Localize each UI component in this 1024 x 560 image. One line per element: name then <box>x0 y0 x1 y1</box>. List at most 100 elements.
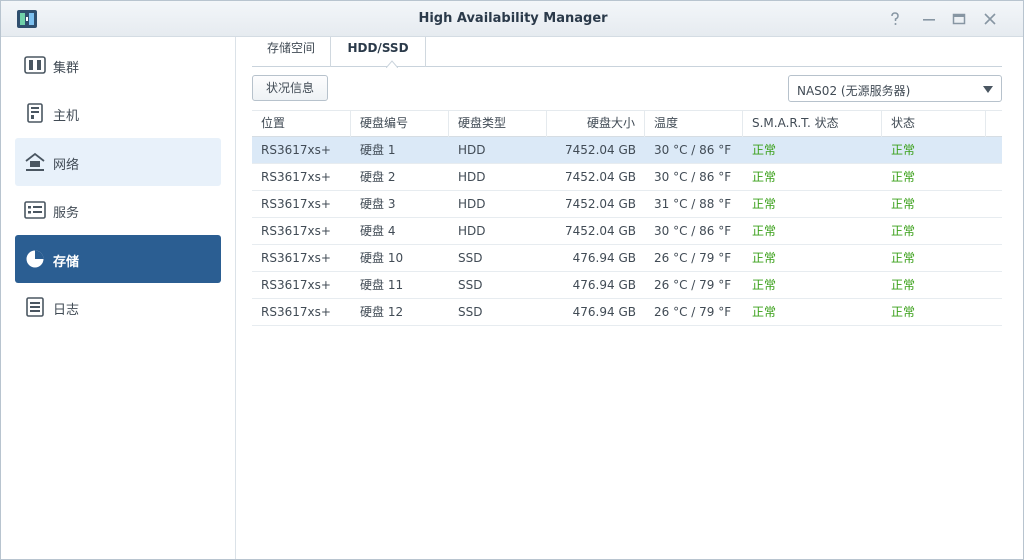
cell-smart-status: 正常 <box>752 305 777 319</box>
cell-location: RS3617xs+ <box>261 305 331 319</box>
cell-type: SSD <box>458 251 483 265</box>
cell-status: 正常 <box>891 170 916 184</box>
network-icon <box>25 152 45 171</box>
cell-disk: 硬盘 12 <box>360 305 404 319</box>
status-info-button[interactable]: 状况信息 <box>252 75 328 101</box>
sidebar-item-label: 网络 <box>53 158 80 173</box>
cell-status: 正常 <box>891 224 916 238</box>
help-icon[interactable] <box>886 10 904 28</box>
server-select[interactable]: NAS02 (无源服务器) <box>788 75 1002 102</box>
cell-type: SSD <box>458 278 483 292</box>
table-row[interactable]: RS3617xs+ 硬盘 4 HDD 7452.04 GB 30 °C / 86 °F 正… <box>252 218 1002 245</box>
cell-type: HDD <box>458 170 486 184</box>
cell-size: 476.94 GB <box>572 278 636 292</box>
cell-size: 476.94 GB <box>572 305 636 319</box>
cell-status: 正常 <box>891 278 916 292</box>
table-row[interactable]: RS3617xs+ 硬盘 2 HDD 7452.04 GB 30 °C / 86 °F 正… <box>252 164 1002 191</box>
sidebar-item-label: 存储 <box>53 255 80 270</box>
app-window: High Availability Manager 集群 主机 网络 服务 存储… <box>0 0 1024 560</box>
sidebar-item-network[interactable]: 网络 <box>15 138 221 186</box>
log-icon <box>26 297 44 317</box>
server-select-value: NAS02 (无源服务器) <box>797 84 911 98</box>
cell-smart-status: 正常 <box>752 197 777 211</box>
column-header-size[interactable]: 硬盘大小 <box>547 111 645 137</box>
sidebar-item-host[interactable]: 主机 <box>15 89 221 137</box>
cell-disk: 硬盘 11 <box>360 278 404 292</box>
cell-location: RS3617xs+ <box>261 170 331 184</box>
sidebar-item-label: 日志 <box>53 303 80 318</box>
cell-location: RS3617xs+ <box>261 278 331 292</box>
table-row[interactable]: RS3617xs+ 硬盘 11 SSD 476.94 GB 26 °C / 79 °F 正… <box>252 272 1002 299</box>
minimize-icon[interactable] <box>920 10 938 28</box>
cell-disk: 硬盘 2 <box>360 170 396 184</box>
cell-temperature: 30 °C / 86 °F <box>654 143 732 157</box>
column-header-temperature[interactable]: 温度 <box>645 111 743 137</box>
cell-smart-status: 正常 <box>752 170 777 184</box>
cell-status: 正常 <box>891 143 916 157</box>
main-panel: 存储空间 HDD/SSD 状况信息 NAS02 (无源服务器) 位置 硬盘编号 … <box>237 37 1023 559</box>
sidebar-item-storage[interactable]: 存储 <box>15 235 221 283</box>
tab-bar: 存储空间 HDD/SSD <box>252 37 1002 68</box>
table-row[interactable]: RS3617xs+ 硬盘 12 SSD 476.94 GB 26 °C / 79 °F 正… <box>252 299 1002 326</box>
cell-type: SSD <box>458 305 483 319</box>
tab-storage-space[interactable]: 存储空间 <box>252 37 331 67</box>
cell-temperature: 30 °C / 86 °F <box>654 170 732 184</box>
active-tab-pointer <box>386 60 398 68</box>
table-row[interactable]: RS3617xs+ 硬盘 3 HDD 7452.04 GB 31 °C / 88 °F 正… <box>252 191 1002 218</box>
cell-size: 476.94 GB <box>572 251 636 265</box>
storage-icon <box>26 250 44 268</box>
tab-hdd-ssd[interactable]: HDD/SSD <box>331 37 426 67</box>
sidebar-item-label: 服务 <box>53 206 80 221</box>
cell-disk: 硬盘 3 <box>360 197 396 211</box>
cell-temperature: 30 °C / 86 °F <box>654 224 732 238</box>
cell-status: 正常 <box>891 305 916 319</box>
table-row[interactable]: RS3617xs+ 硬盘 1 HDD 7452.04 GB 30 °C / 86 °F 正… <box>252 137 1002 164</box>
cell-size: 7452.04 GB <box>565 224 636 238</box>
cell-type: HDD <box>458 224 486 238</box>
cell-disk: 硬盘 10 <box>360 251 404 265</box>
column-header-status[interactable]: 状态 <box>882 111 986 137</box>
sidebar-item-label: 集群 <box>53 61 80 76</box>
chevron-down-icon <box>983 86 993 93</box>
sidebar-item-log[interactable]: 日志 <box>15 283 221 331</box>
cell-location: RS3617xs+ <box>261 143 331 157</box>
cell-temperature: 31 °C / 88 °F <box>654 197 732 211</box>
cell-size: 7452.04 GB <box>565 143 636 157</box>
table-row[interactable]: RS3617xs+ 硬盘 10 SSD 476.94 GB 26 °C / 79 °F 正… <box>252 245 1002 272</box>
column-header-location[interactable]: 位置 <box>252 111 351 137</box>
cell-size: 7452.04 GB <box>565 170 636 184</box>
cell-location: RS3617xs+ <box>261 197 331 211</box>
cell-smart-status: 正常 <box>752 143 777 157</box>
title-bar[interactable]: High Availability Manager <box>1 1 1023 37</box>
disk-table: 位置 硬盘编号 硬盘类型 硬盘大小 温度 S.M.A.R.T. 状态 状态 RS… <box>252 110 1002 326</box>
sidebar-item-cluster[interactable]: 集群 <box>15 41 221 89</box>
cell-disk: 硬盘 1 <box>360 143 396 157</box>
cell-temperature: 26 °C / 79 °F <box>654 251 732 265</box>
close-icon[interactable] <box>981 10 999 28</box>
sidebar-item-label: 主机 <box>53 109 80 124</box>
cell-smart-status: 正常 <box>752 278 777 292</box>
cell-smart-status: 正常 <box>752 224 777 238</box>
column-header-smart[interactable]: S.M.A.R.T. 状态 <box>743 111 882 137</box>
table-header: 位置 硬盘编号 硬盘类型 硬盘大小 温度 S.M.A.R.T. 状态 状态 <box>252 110 1002 137</box>
sidebar: 集群 主机 网络 服务 存储 日志 <box>1 37 236 559</box>
cell-type: HDD <box>458 143 486 157</box>
cell-type: HDD <box>458 197 486 211</box>
cell-status: 正常 <box>891 197 916 211</box>
cell-temperature: 26 °C / 79 °F <box>654 278 732 292</box>
table-body: RS3617xs+ 硬盘 1 HDD 7452.04 GB 30 °C / 86 °F 正… <box>252 137 1002 326</box>
maximize-icon[interactable] <box>950 10 968 28</box>
sidebar-item-service[interactable]: 服务 <box>15 186 221 234</box>
host-icon <box>27 103 43 123</box>
cluster-icon <box>24 56 46 74</box>
cell-location: RS3617xs+ <box>261 251 331 265</box>
cell-smart-status: 正常 <box>752 251 777 265</box>
cell-size: 7452.04 GB <box>565 197 636 211</box>
service-icon <box>24 201 46 219</box>
column-header-disk[interactable]: 硬盘编号 <box>351 111 449 137</box>
column-header-type[interactable]: 硬盘类型 <box>449 111 547 137</box>
cell-disk: 硬盘 4 <box>360 224 396 238</box>
cell-status: 正常 <box>891 251 916 265</box>
window-title: High Availability Manager <box>418 11 608 26</box>
cell-temperature: 26 °C / 79 °F <box>654 305 732 319</box>
